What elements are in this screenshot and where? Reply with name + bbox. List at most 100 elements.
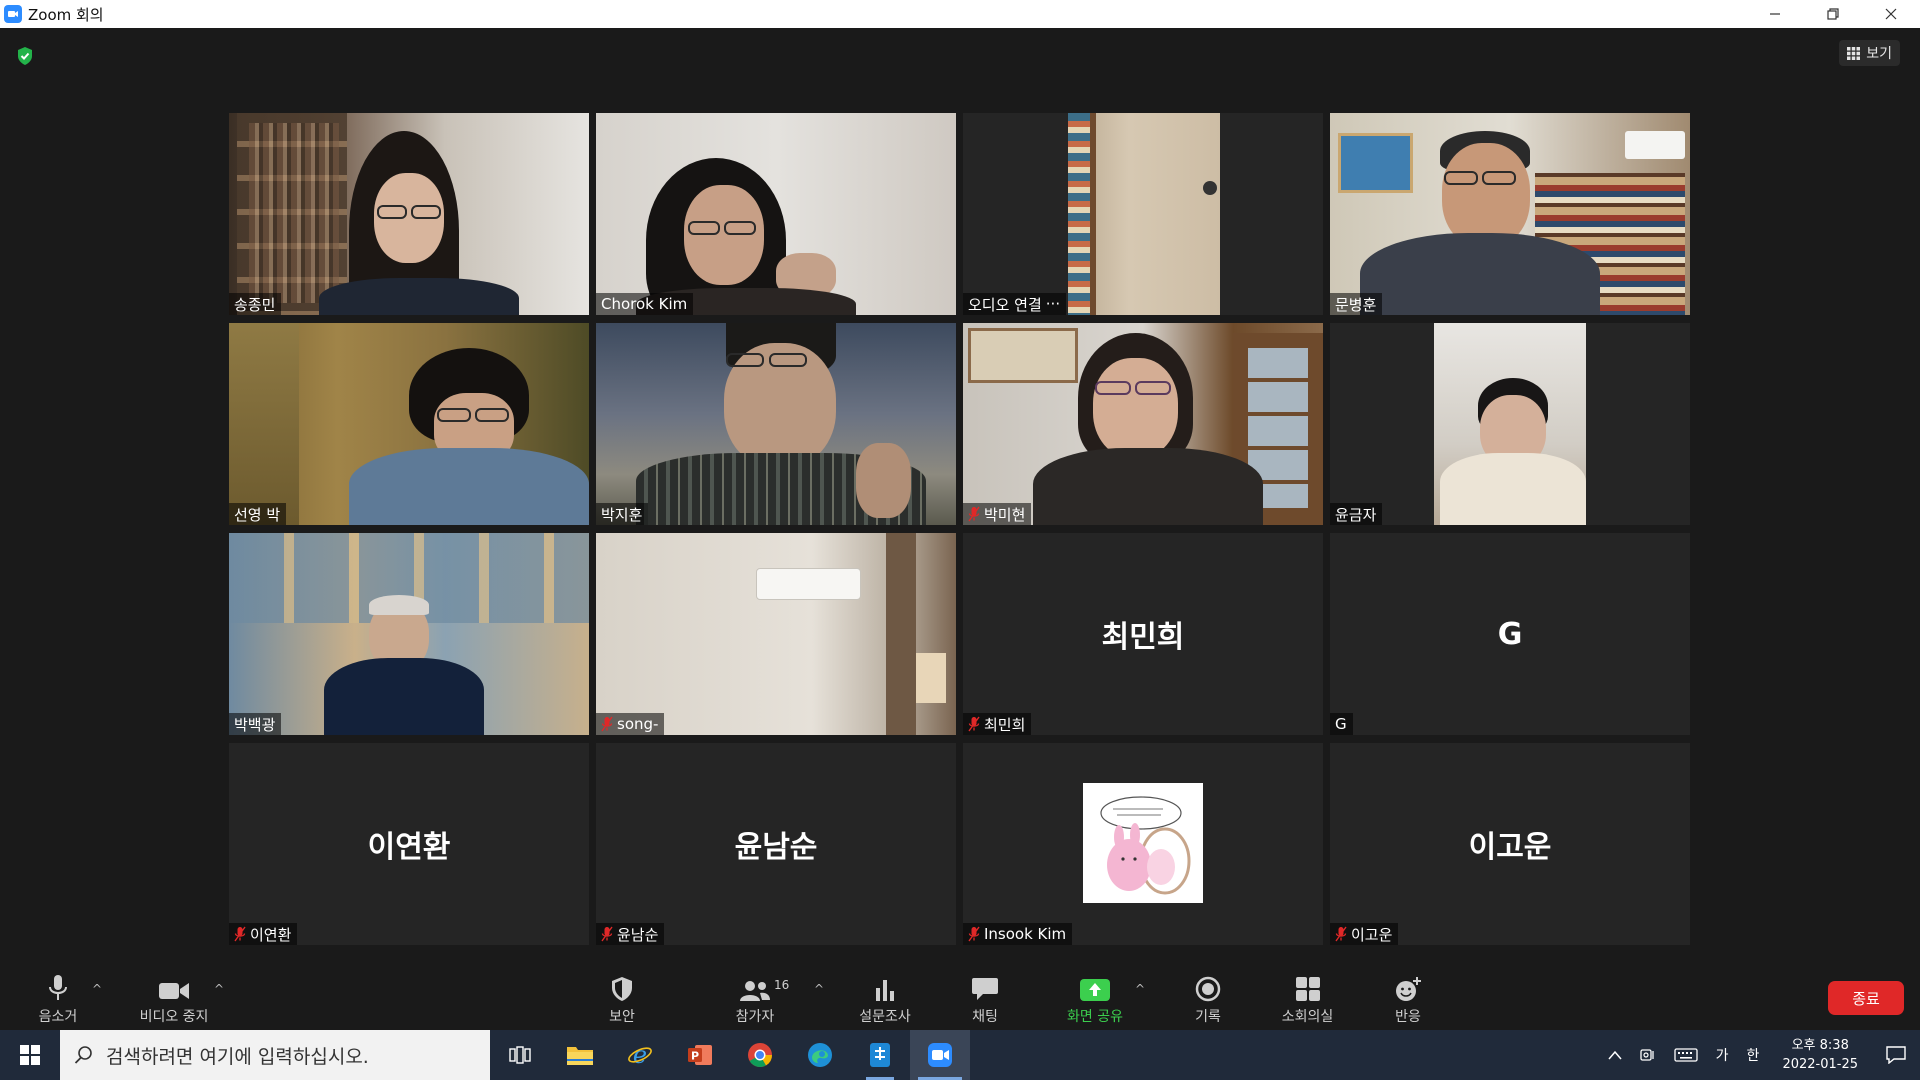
mute-label: 음소거 (38, 1009, 78, 1025)
chat-button[interactable]: 채팅 (955, 968, 1015, 1030)
task-view-button[interactable] (490, 1030, 550, 1080)
breakout-rooms-icon (1295, 977, 1320, 1001)
participant-tile[interactable]: Chorok Kim (596, 113, 956, 315)
participant-display-name: G (1497, 616, 1523, 652)
share-screen-button[interactable]: 화면 공유 (1055, 968, 1135, 1030)
taskbar-search-box[interactable]: 검색하려면 여기에 입력하십시오. (60, 1030, 490, 1080)
participant-display-name: 이고운 (1468, 830, 1552, 865)
profile-picture (1083, 783, 1203, 903)
participant-tile[interactable]: 오디오 연결 ··· (963, 113, 1323, 315)
start-button[interactable] (0, 1030, 60, 1080)
participant-video (963, 113, 1323, 315)
participant-name: 송종민 (234, 295, 276, 314)
chrome-button[interactable] (730, 1030, 790, 1080)
restore-button[interactable] (1804, 0, 1862, 28)
chrome-icon (748, 1043, 772, 1068)
breakout-rooms-label: 소회의실 (1281, 1009, 1334, 1025)
participant-tile[interactable]: 윤금자 (1330, 323, 1690, 525)
keyboard-icon (1674, 1048, 1698, 1062)
clock-date: 2022-01-25 (1782, 1057, 1858, 1072)
grid-view-icon (1847, 46, 1861, 60)
participant-video (1330, 113, 1690, 315)
breakout-rooms-button[interactable]: 소회의실 (1270, 968, 1345, 1030)
ime-mode-indicator[interactable]: 가 (1707, 1030, 1738, 1080)
mute-button[interactable]: 음소거 (28, 968, 88, 1030)
participant-video (229, 113, 589, 315)
participant-name: 선영 박 (234, 505, 281, 524)
participant-tile[interactable]: song- (596, 533, 956, 735)
participant-tile-active-speaker[interactable]: 박지훈 (596, 323, 956, 525)
participant-tile[interactable]: 송종민 (229, 113, 589, 315)
participant-name: 오디오 연결 (968, 295, 1042, 314)
gallery-grid: 송종민 Chorok Kim 오디오 연결 ··· 문병훈 선영 박 박지훈 박… (229, 113, 1691, 945)
participant-tile[interactable]: Insook Kim (963, 743, 1323, 945)
powerpoint-icon: P (688, 1045, 712, 1065)
participant-name: Insook Kim (984, 925, 1067, 943)
participant-name-tag: song- (596, 713, 665, 735)
participant-display-name: 윤남순 (734, 830, 818, 865)
microphone-muted-icon (601, 716, 613, 732)
window-titlebar: Zoom 회의 (0, 0, 1920, 28)
audio-options-caret-icon[interactable]: ^ (92, 982, 102, 996)
participants-label: 참가자 (735, 1009, 775, 1025)
reactions-button[interactable]: 반응 (1378, 968, 1438, 1030)
task-view-icon (509, 1046, 531, 1064)
participant-video (596, 533, 956, 735)
system-tray: 가 한 오후 8:38 2022-01-25 (1599, 1030, 1920, 1080)
participant-tile[interactable]: 이연환 이연환 (229, 743, 589, 945)
share-options-caret-icon[interactable]: ^ (1135, 982, 1145, 996)
zoom-taskbar-button[interactable] (910, 1030, 970, 1080)
close-button[interactable] (1862, 0, 1920, 28)
polls-button[interactable]: 설문조사 (850, 968, 920, 1030)
view-label: 보기 (1866, 46, 1892, 62)
camera-tray-button[interactable] (1631, 1030, 1665, 1080)
app-launcher-button[interactable] (850, 1030, 910, 1080)
file-explorer-button[interactable] (550, 1030, 610, 1080)
view-button[interactable]: 보기 (1839, 40, 1900, 66)
participant-name-tag: 이고운 (1330, 923, 1399, 945)
participant-name-tag: 송종민 (229, 293, 282, 315)
video-options-caret-icon[interactable]: ^ (214, 982, 224, 996)
record-icon (1195, 976, 1221, 1002)
participant-display-name: 최민희 (1101, 620, 1185, 655)
edge-icon (808, 1043, 832, 1067)
participant-tile[interactable]: G G (1330, 533, 1690, 735)
stop-video-button[interactable]: 비디오 중지 (128, 968, 220, 1030)
video-camera-icon (159, 983, 189, 999)
participant-name-tag: 이연환 (229, 923, 298, 945)
encryption-shield-icon[interactable] (16, 46, 34, 66)
participant-name-tag: 문병훈 (1330, 293, 1383, 315)
microphone-muted-icon (968, 506, 980, 522)
record-button[interactable]: 기록 (1178, 968, 1238, 1030)
participant-name-tag: 선영 박 (229, 503, 287, 525)
touch-keyboard-button[interactable] (1665, 1030, 1707, 1080)
clock[interactable]: 오후 8:38 2022-01-25 (1768, 1036, 1872, 1074)
participant-tile[interactable]: 박미현 (963, 323, 1323, 525)
svg-text:P: P (691, 1050, 699, 1063)
windows-taskbar: 검색하려면 여기에 입력하십시오. e P 가 한 오후 8:38 2022-0… (0, 1030, 1920, 1080)
participants-options-caret-icon[interactable]: ^ (814, 982, 824, 996)
participant-tile[interactable]: 문병훈 (1330, 113, 1690, 315)
action-center-icon (1886, 1046, 1906, 1064)
participant-video (229, 533, 589, 735)
participant-tile[interactable]: 박백광 (229, 533, 589, 735)
participant-tile[interactable]: 선영 박 (229, 323, 589, 525)
show-hidden-icons-button[interactable] (1599, 1030, 1631, 1080)
meeting-controls: 음소거 ^ 비디오 중지 ^ 보안 참가자 16 ^ 설문조사 채팅 화면 공유… (0, 968, 1920, 1030)
participant-tile[interactable]: 이고운 이고운 (1330, 743, 1690, 945)
participant-video (229, 323, 589, 525)
participant-tile[interactable]: 윤남순 윤남순 (596, 743, 956, 945)
participant-name: 이고운 (1351, 925, 1393, 944)
participant-video (596, 323, 956, 525)
search-placeholder: 검색하려면 여기에 입력하십시오. (106, 1045, 369, 1068)
edge-button[interactable] (790, 1030, 850, 1080)
powerpoint-button[interactable]: P (670, 1030, 730, 1080)
end-meeting-button[interactable]: 종료 (1828, 981, 1904, 1015)
internet-explorer-button[interactable]: e (610, 1030, 670, 1080)
ime-language-indicator[interactable]: 한 (1738, 1030, 1769, 1080)
minimize-button[interactable] (1746, 0, 1804, 28)
participant-tile[interactable]: 최민희 최민희 (963, 533, 1323, 735)
notifications-button[interactable] (1872, 1030, 1920, 1080)
security-button[interactable]: 보안 (592, 968, 652, 1030)
more-options-icon[interactable]: ··· (1046, 295, 1060, 313)
